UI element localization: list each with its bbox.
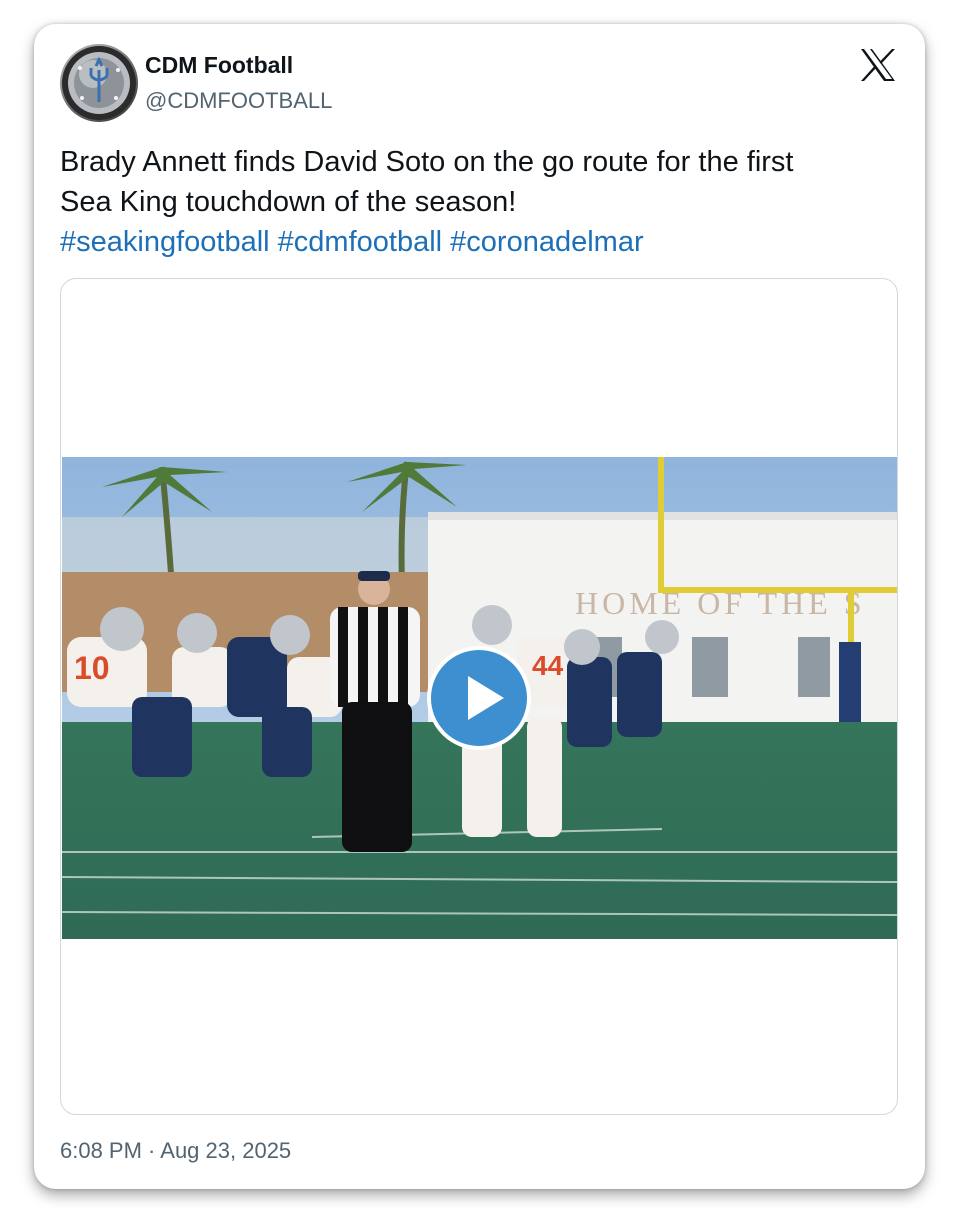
author-avatar[interactable]: [60, 44, 138, 122]
play-icon: [468, 676, 504, 720]
tweet-text-line-2: Sea King touchdown of the season!: [60, 186, 517, 218]
hashtag-link[interactable]: #coronadelmar: [450, 226, 643, 258]
video-player[interactable]: HOME OF THE S 10 44: [62, 457, 897, 939]
hashtag-link[interactable]: #cdmfootball: [278, 226, 442, 258]
tweet-timestamp[interactable]: 6:08 PM · Aug 23, 2025: [60, 1138, 291, 1164]
media-container[interactable]: HOME OF THE S 10 44: [60, 278, 898, 1115]
author-name[interactable]: CDM Football: [145, 52, 293, 79]
hashtag-list: #seakingfootball #cdmfootball #coronadel…: [60, 222, 900, 262]
tweet-card: CDM Football @CDMFOOTBALL Brady Annett f…: [34, 24, 925, 1189]
tweet-text-line-1: Brady Annett finds David Soto on the go …: [60, 146, 794, 178]
play-button[interactable]: [427, 646, 531, 750]
svg-text:10: 10: [74, 650, 110, 686]
hashtag-link[interactable]: #seakingfootball: [60, 226, 270, 258]
x-logo-icon[interactable]: [860, 48, 896, 82]
tweet-text: Brady Annett finds David Soto on the go …: [60, 142, 900, 262]
trident-ring-icon: [62, 46, 136, 120]
svg-text:44: 44: [532, 650, 564, 681]
author-handle[interactable]: @CDMFOOTBALL: [145, 88, 332, 114]
